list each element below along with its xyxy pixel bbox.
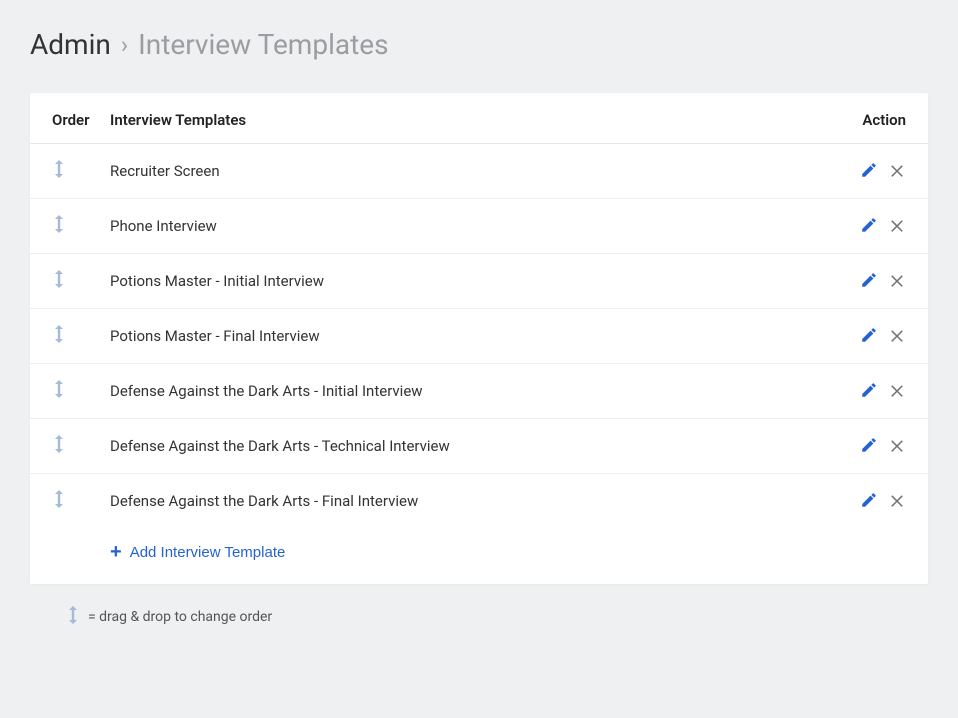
table-row: Defense Against the Dark Arts - Technica… xyxy=(30,419,928,474)
table-row: Potions Master - Initial Interview xyxy=(30,254,928,309)
row-actions xyxy=(836,381,906,402)
delete-button[interactable] xyxy=(888,271,906,292)
pencil-icon xyxy=(860,271,878,292)
pencil-icon xyxy=(860,326,878,347)
close-icon xyxy=(888,436,906,457)
plus-icon: + xyxy=(110,542,122,562)
template-name: Potions Master - Initial Interview xyxy=(110,272,836,290)
table-header: Order Interview Templates Action xyxy=(30,93,928,144)
template-name: Defense Against the Dark Arts - Final In… xyxy=(110,492,836,510)
row-actions xyxy=(836,161,906,182)
row-actions xyxy=(836,436,906,457)
header-order: Order xyxy=(52,111,110,129)
chevron-right-icon: › xyxy=(121,31,128,59)
pencil-icon xyxy=(860,381,878,402)
breadcrumb-current: Interview Templates xyxy=(138,28,388,61)
close-icon xyxy=(888,381,906,402)
drag-handle[interactable] xyxy=(52,380,110,402)
drag-handle-icon xyxy=(52,160,66,182)
delete-button[interactable] xyxy=(888,161,906,182)
drag-handle[interactable] xyxy=(52,160,110,182)
close-icon xyxy=(888,161,906,182)
delete-button[interactable] xyxy=(888,436,906,457)
template-name: Potions Master - Final Interview xyxy=(110,327,836,345)
close-icon xyxy=(888,326,906,347)
header-action: Action xyxy=(836,111,906,129)
pencil-icon xyxy=(860,491,878,512)
drag-handle-icon xyxy=(52,490,66,512)
pencil-icon xyxy=(860,161,878,182)
drag-handle-icon xyxy=(52,325,66,347)
close-icon xyxy=(888,216,906,237)
row-actions xyxy=(836,491,906,512)
close-icon xyxy=(888,271,906,292)
legend-text: = drag & drop to change order xyxy=(88,609,272,625)
table-row: Phone Interview xyxy=(30,199,928,254)
delete-button[interactable] xyxy=(888,381,906,402)
templates-table: Order Interview Templates Action Recruit… xyxy=(30,93,928,584)
drag-handle-icon xyxy=(52,380,66,402)
drag-handle-icon xyxy=(52,435,66,457)
edit-button[interactable] xyxy=(860,271,878,292)
edit-button[interactable] xyxy=(860,381,878,402)
pencil-icon xyxy=(860,436,878,457)
legend: = drag & drop to change order xyxy=(30,584,928,628)
edit-button[interactable] xyxy=(860,326,878,347)
edit-button[interactable] xyxy=(860,161,878,182)
close-icon xyxy=(888,491,906,512)
table-row: Recruiter Screen xyxy=(30,144,928,199)
drag-handle[interactable] xyxy=(52,215,110,237)
table-row: Defense Against the Dark Arts - Initial … xyxy=(30,364,928,419)
drag-handle-icon xyxy=(52,270,66,292)
row-actions xyxy=(836,271,906,292)
delete-button[interactable] xyxy=(888,491,906,512)
pencil-icon xyxy=(860,216,878,237)
template-name: Defense Against the Dark Arts - Technica… xyxy=(110,437,836,455)
delete-button[interactable] xyxy=(888,216,906,237)
header-name: Interview Templates xyxy=(110,111,836,129)
drag-handle[interactable] xyxy=(52,270,110,292)
add-row: + Add Interview Template xyxy=(30,528,928,584)
edit-button[interactable] xyxy=(860,491,878,512)
drag-handle-icon xyxy=(52,215,66,237)
drag-handle[interactable] xyxy=(52,435,110,457)
row-actions xyxy=(836,326,906,347)
drag-handle[interactable] xyxy=(52,490,110,512)
delete-button[interactable] xyxy=(888,326,906,347)
add-button-label: Add Interview Template xyxy=(130,544,286,561)
breadcrumb: Admin › Interview Templates xyxy=(30,28,928,61)
drag-handle[interactable] xyxy=(52,325,110,347)
table-row: Defense Against the Dark Arts - Final In… xyxy=(30,474,928,528)
add-interview-template-button[interactable]: + Add Interview Template xyxy=(110,542,285,562)
table-row: Potions Master - Final Interview xyxy=(30,309,928,364)
template-name: Recruiter Screen xyxy=(110,162,836,180)
breadcrumb-root[interactable]: Admin xyxy=(30,28,111,61)
templates-card: Order Interview Templates Action Recruit… xyxy=(30,93,928,584)
template-name: Phone Interview xyxy=(110,217,836,235)
drag-handle-icon xyxy=(66,606,80,628)
edit-button[interactable] xyxy=(860,216,878,237)
template-name: Defense Against the Dark Arts - Initial … xyxy=(110,382,836,400)
row-actions xyxy=(836,216,906,237)
edit-button[interactable] xyxy=(860,436,878,457)
